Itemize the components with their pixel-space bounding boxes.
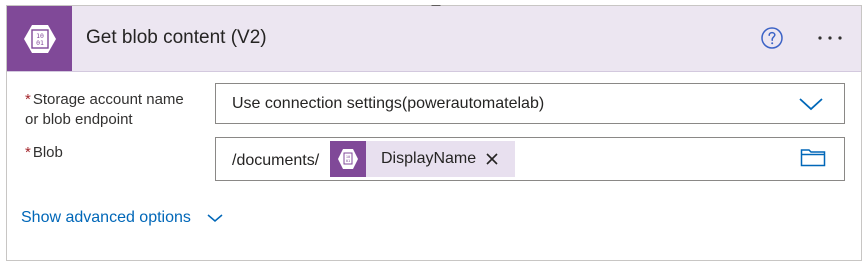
action-title: Get blob content (V2) [86, 27, 267, 48]
dynamic-content-token[interactable]: 10 01 DisplayName [330, 141, 515, 177]
storage-account-label-line2: or blob endpoint [25, 111, 133, 128]
chevron-down-icon [207, 214, 223, 222]
chevron-down-icon[interactable] [798, 95, 824, 113]
svg-text:01: 01 [36, 39, 44, 47]
storage-account-label: * Storage account name or blob endpoint [25, 90, 184, 130]
storage-account-label-line1: Storage account name [32, 91, 184, 108]
svg-text:01: 01 [346, 159, 350, 163]
blob-storage-icon: 10 01 [330, 141, 366, 177]
blob-label: * Blob [25, 143, 63, 163]
blob-path-input[interactable]: /documents/ 10 01 DisplayName [215, 137, 845, 181]
storage-account-dropdown[interactable]: Use connection settings(powerautomatelab… [215, 83, 845, 124]
ellipsis-icon[interactable] [816, 29, 844, 47]
action-card: 10 01 Get blob content (V2) * Storage acc… [6, 5, 862, 261]
required-marker: * [25, 144, 31, 161]
storage-account-value: Use connection settings(powerautomatelab… [232, 95, 545, 112]
blob-label-text: Blob [32, 144, 63, 161]
close-icon[interactable] [485, 152, 499, 166]
show-advanced-options-link[interactable]: Show advanced options [21, 209, 224, 227]
folder-icon[interactable] [800, 149, 826, 167]
required-marker: * [25, 91, 31, 108]
blob-storage-icon: 10 01 [7, 6, 72, 71]
help-circle-icon[interactable] [760, 26, 784, 50]
advanced-options-label: Show advanced options [21, 209, 191, 226]
blob-path-prefix[interactable]: /documents/ [232, 152, 319, 170]
action-header[interactable]: 10 01 Get blob content (V2) [7, 6, 861, 72]
token-label: DisplayName [381, 150, 477, 167]
